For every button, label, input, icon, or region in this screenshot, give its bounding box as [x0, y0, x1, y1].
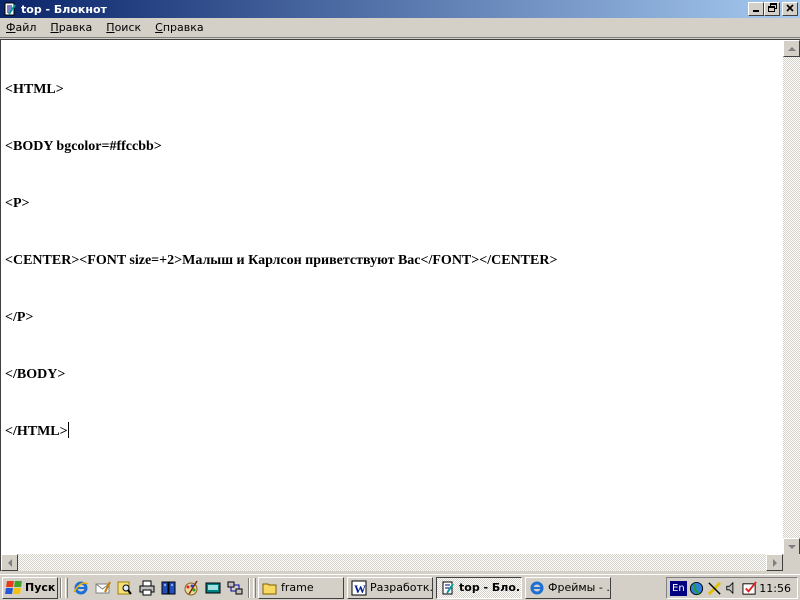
size-grip[interactable] — [783, 554, 800, 571]
menu-search[interactable]: Поиск — [100, 21, 149, 34]
text-line-last: </HTML> — [5, 422, 69, 439]
menu-edit[interactable]: Правка — [44, 21, 100, 34]
folder-icon — [262, 580, 278, 596]
notepad-icon[interactable] — [2, 1, 18, 17]
system-tray: En 11:56 — [666, 577, 798, 599]
start-label: Пуск — [25, 581, 56, 594]
start-button[interactable]: Пуск — [2, 576, 58, 599]
notepad-icon — [440, 580, 456, 596]
taskbar-separator — [248, 577, 250, 598]
menu-help[interactable]: Справка — [149, 21, 211, 34]
books-icon[interactable] — [161, 580, 177, 596]
text-caret — [67, 422, 69, 438]
printer-icon[interactable] — [139, 580, 155, 596]
restore-button[interactable] — [764, 2, 780, 16]
text-line: <BODY bgcolor=#ffccbb> — [5, 139, 162, 154]
minimize-button[interactable] — [748, 2, 764, 16]
toolbar-grip[interactable] — [65, 577, 68, 598]
search-icon[interactable] — [117, 580, 133, 596]
menu-bar: Файл Правка Поиск Справка — [0, 18, 800, 38]
arrow-left-icon — [7, 558, 12, 567]
text-line: <P> — [5, 196, 30, 211]
text-line: <HTML> — [5, 82, 64, 97]
paint-icon[interactable] — [183, 580, 199, 596]
task-label: Разработк... — [370, 581, 433, 594]
task-button-frames[interactable]: Фреймы - ... — [525, 576, 611, 599]
arrow-up-icon — [787, 46, 796, 51]
scroll-right-button[interactable] — [766, 554, 783, 571]
task-button-frame[interactable]: frame — [258, 576, 344, 599]
close-button[interactable] — [782, 2, 798, 16]
title-bar[interactable]: top - Блокнот — [0, 0, 800, 18]
task-label: Фреймы - ... — [548, 581, 611, 594]
arrow-down-icon — [787, 544, 796, 549]
outlook-express-icon[interactable] — [95, 580, 111, 596]
windows-logo-icon — [5, 581, 22, 594]
window-title: top - Блокнот — [21, 2, 107, 16]
word-icon: W — [351, 580, 367, 596]
volume-icon[interactable] — [724, 580, 740, 596]
quick-launch-toolbar — [70, 577, 246, 599]
scroll-left-button[interactable] — [1, 554, 18, 571]
arrow-right-icon — [772, 558, 777, 567]
toolbar-grip[interactable] — [253, 577, 256, 598]
editor-text-area[interactable]: <HTML> <BODY bgcolor=#ffccbb> <P> <CENTE… — [5, 42, 781, 552]
scheduler-icon[interactable] — [706, 580, 722, 596]
internet-explorer-icon[interactable] — [73, 580, 89, 596]
task-buttons: frame W Разработк... top - Бло... Фреймы… — [258, 576, 614, 599]
scroll-up-button[interactable] — [783, 40, 800, 57]
text-editor[interactable]: <HTML> <BODY bgcolor=#ffccbb> <P> <CENTE… — [0, 39, 800, 571]
keyboard-icon[interactable] — [205, 580, 221, 596]
clock[interactable]: 11:56 — [759, 582, 791, 595]
vertical-scrollbar[interactable] — [783, 40, 800, 555]
language-indicator[interactable]: En — [670, 580, 687, 596]
internet-explorer-icon — [529, 580, 545, 596]
taskbar-separator — [60, 577, 62, 598]
task-scheduler-icon[interactable] — [742, 580, 758, 596]
globe-icon[interactable] — [689, 580, 705, 596]
restore-icon — [767, 3, 777, 15]
text-line: <CENTER><FONT size=+2>Малыш и Карлсон пр… — [5, 253, 558, 268]
text-line: </P> — [5, 310, 34, 325]
network-icon[interactable] — [227, 580, 243, 596]
svg-text:W: W — [354, 582, 366, 596]
task-label: frame — [281, 581, 314, 594]
horizontal-scrollbar[interactable] — [1, 554, 783, 571]
notepad-window: top - Блокнот Файл Правка Поиск Справка … — [0, 0, 800, 574]
scroll-down-button[interactable] — [783, 538, 800, 555]
menu-file[interactable]: Файл — [0, 21, 44, 34]
taskbar: Пуск frame W Разработк. top - Бло... Фре… — [0, 574, 800, 600]
task-button-word[interactable]: W Разработк... — [347, 576, 433, 599]
task-button-notepad[interactable]: top - Бло... — [436, 576, 522, 599]
task-label: top - Бло... — [459, 581, 522, 594]
close-icon — [786, 3, 794, 15]
text-line: </BODY> — [5, 367, 66, 382]
minimize-icon — [752, 4, 760, 15]
